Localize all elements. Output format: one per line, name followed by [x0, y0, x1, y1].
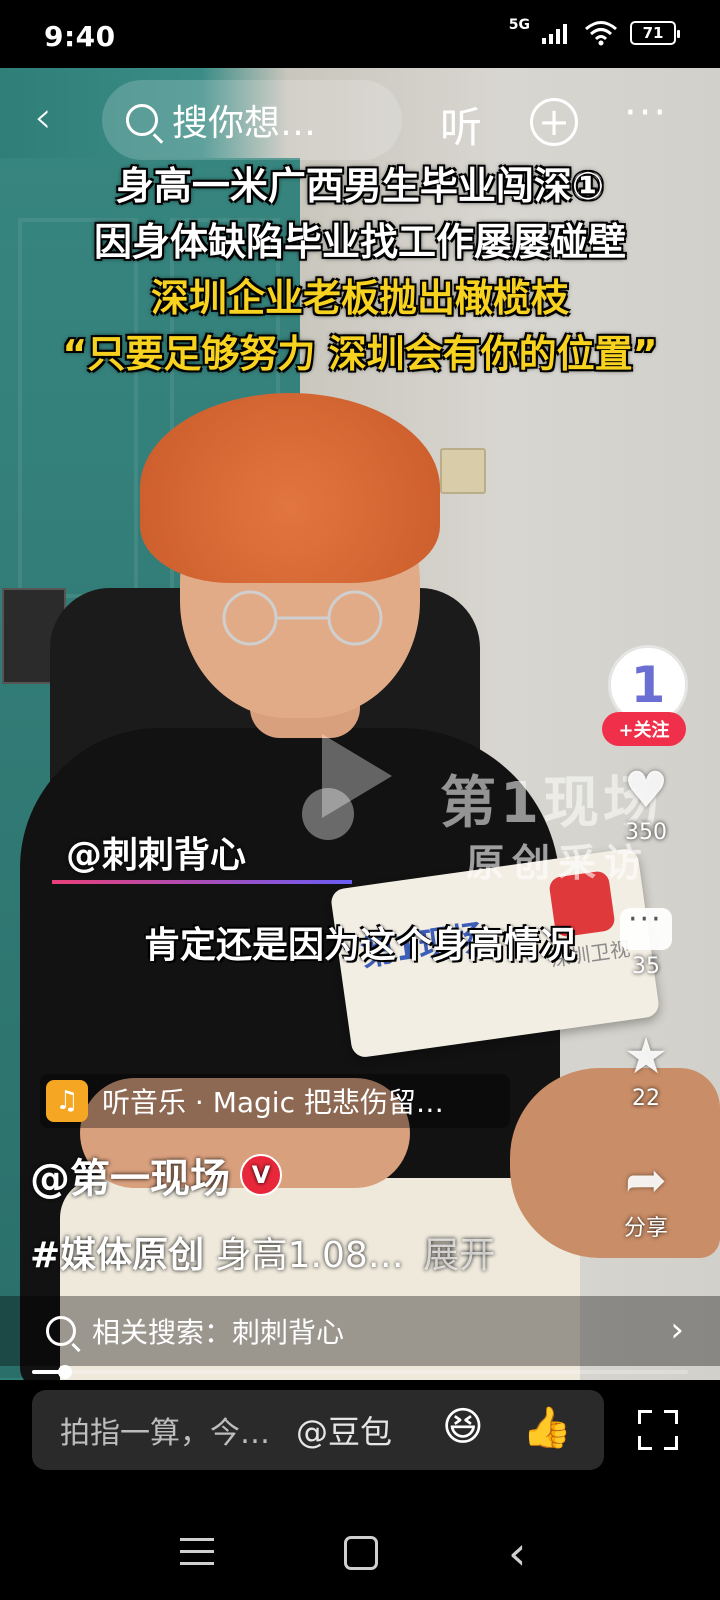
- favorite-count: 22: [632, 1086, 660, 1111]
- signal-icon: [542, 24, 567, 44]
- wifi-icon: [585, 21, 617, 46]
- video-background-socket: [440, 448, 486, 494]
- progress-knob[interactable]: [57, 1365, 72, 1379]
- fullscreen-icon[interactable]: [638, 1410, 678, 1450]
- plus-circle-icon[interactable]: +: [530, 98, 578, 146]
- video-headline: 身高一米广西男生毕业闯深① 因身体缺陷毕业找工作屡屡碰壁 深圳企业老板抛出橄榄枝…: [0, 158, 720, 382]
- network-indicator: 5G: [508, 17, 530, 33]
- status-bar: 9:40 5G 71: [0, 0, 720, 68]
- follow-button[interactable]: +关注: [602, 712, 686, 746]
- author-name-text: @第一现场: [30, 1156, 230, 1202]
- heart-icon: ♥: [623, 761, 669, 819]
- fullscreen-corner: [638, 1410, 652, 1424]
- menu-icon[interactable]: [180, 1538, 214, 1574]
- mention-doubao[interactable]: @豆包: [296, 1407, 392, 1453]
- video-mention[interactable]: @刺刺背心: [66, 826, 246, 878]
- search-bar[interactable]: 搜你想…: [102, 80, 402, 160]
- chevron-right-icon: ›: [670, 1310, 684, 1350]
- author-name[interactable]: @第一现场 V: [30, 1146, 282, 1204]
- headline-line4: “只要足够努力 深圳会有你的位置”: [62, 332, 658, 376]
- video-person-glasses: [222, 590, 383, 646]
- emoji-laugh-icon[interactable]: 😆: [442, 1404, 484, 1450]
- description-hashtag[interactable]: #媒体原创: [30, 1235, 204, 1276]
- more-dots-icon[interactable]: ···: [624, 90, 668, 136]
- headline-line3: 深圳企业老板抛出橄榄枝: [150, 276, 569, 320]
- fullscreen-corner: [638, 1436, 652, 1450]
- listen-button[interactable]: 听: [440, 94, 482, 155]
- video-description[interactable]: #媒体原创 身高1.08… 展开: [30, 1226, 495, 1278]
- music-tag[interactable]: ♫ 听音乐 · Magic 把悲伤留…: [40, 1074, 510, 1128]
- comment-placeholder: 拍指一算，今…: [60, 1416, 270, 1451]
- favorite-button[interactable]: ★ 22: [610, 1026, 682, 1111]
- related-search-text: 相关搜索：刺刺背心: [92, 1316, 345, 1349]
- like-button[interactable]: ♥ 350: [610, 760, 682, 845]
- comment-input[interactable]: 拍指一算，今… @豆包 😆 👍: [32, 1390, 604, 1470]
- search-placeholder: 搜你想…: [172, 103, 317, 144]
- music-headphones-icon: ♫: [46, 1080, 88, 1122]
- expand-link[interactable]: 展开: [423, 1235, 495, 1276]
- status-right: 5G 71: [508, 17, 680, 46]
- like-count: 350: [625, 820, 667, 845]
- system-nav-bar: ‹: [0, 1500, 720, 1600]
- comment-button[interactable]: 35: [610, 900, 682, 979]
- share-label: 分享: [623, 1216, 668, 1241]
- fullscreen-corner: [664, 1410, 678, 1424]
- top-nav: ‹ 搜你想… 听 + ···: [0, 80, 720, 160]
- status-time: 9:40: [44, 20, 116, 53]
- fullscreen-corner: [664, 1436, 678, 1450]
- star-icon: ★: [623, 1027, 669, 1085]
- description-text: 身高1.08…: [215, 1235, 404, 1276]
- video-progress-bar[interactable]: [32, 1365, 688, 1379]
- comment-count: 35: [632, 954, 660, 979]
- video-person-hair: [140, 393, 440, 583]
- emoji-thumbs-up-icon[interactable]: 👍: [522, 1404, 572, 1451]
- search-icon: [46, 1316, 76, 1346]
- play-icon[interactable]: [322, 734, 392, 818]
- search-icon: [126, 104, 158, 136]
- back-arrow-icon[interactable]: ‹: [34, 96, 52, 140]
- music-title: 听音乐 · Magic 把悲伤留…: [102, 1086, 444, 1119]
- comment-icon: [620, 902, 672, 950]
- headline-line1: 身高一米广西男生毕业闯深①: [115, 164, 605, 208]
- share-button[interactable]: ➦ 分享: [610, 1150, 682, 1242]
- back-icon[interactable]: ‹: [508, 1526, 526, 1580]
- home-icon[interactable]: [344, 1536, 378, 1570]
- verified-badge: V: [240, 1154, 282, 1196]
- share-icon: ➦: [625, 1151, 667, 1209]
- mention-underline: [52, 880, 352, 884]
- related-search-bar[interactable]: 相关搜索：刺刺背心 ›: [0, 1296, 720, 1366]
- battery-indicator: 71: [630, 21, 680, 45]
- headline-line2: 因身体缺陷毕业找工作屡屡碰壁: [93, 220, 626, 264]
